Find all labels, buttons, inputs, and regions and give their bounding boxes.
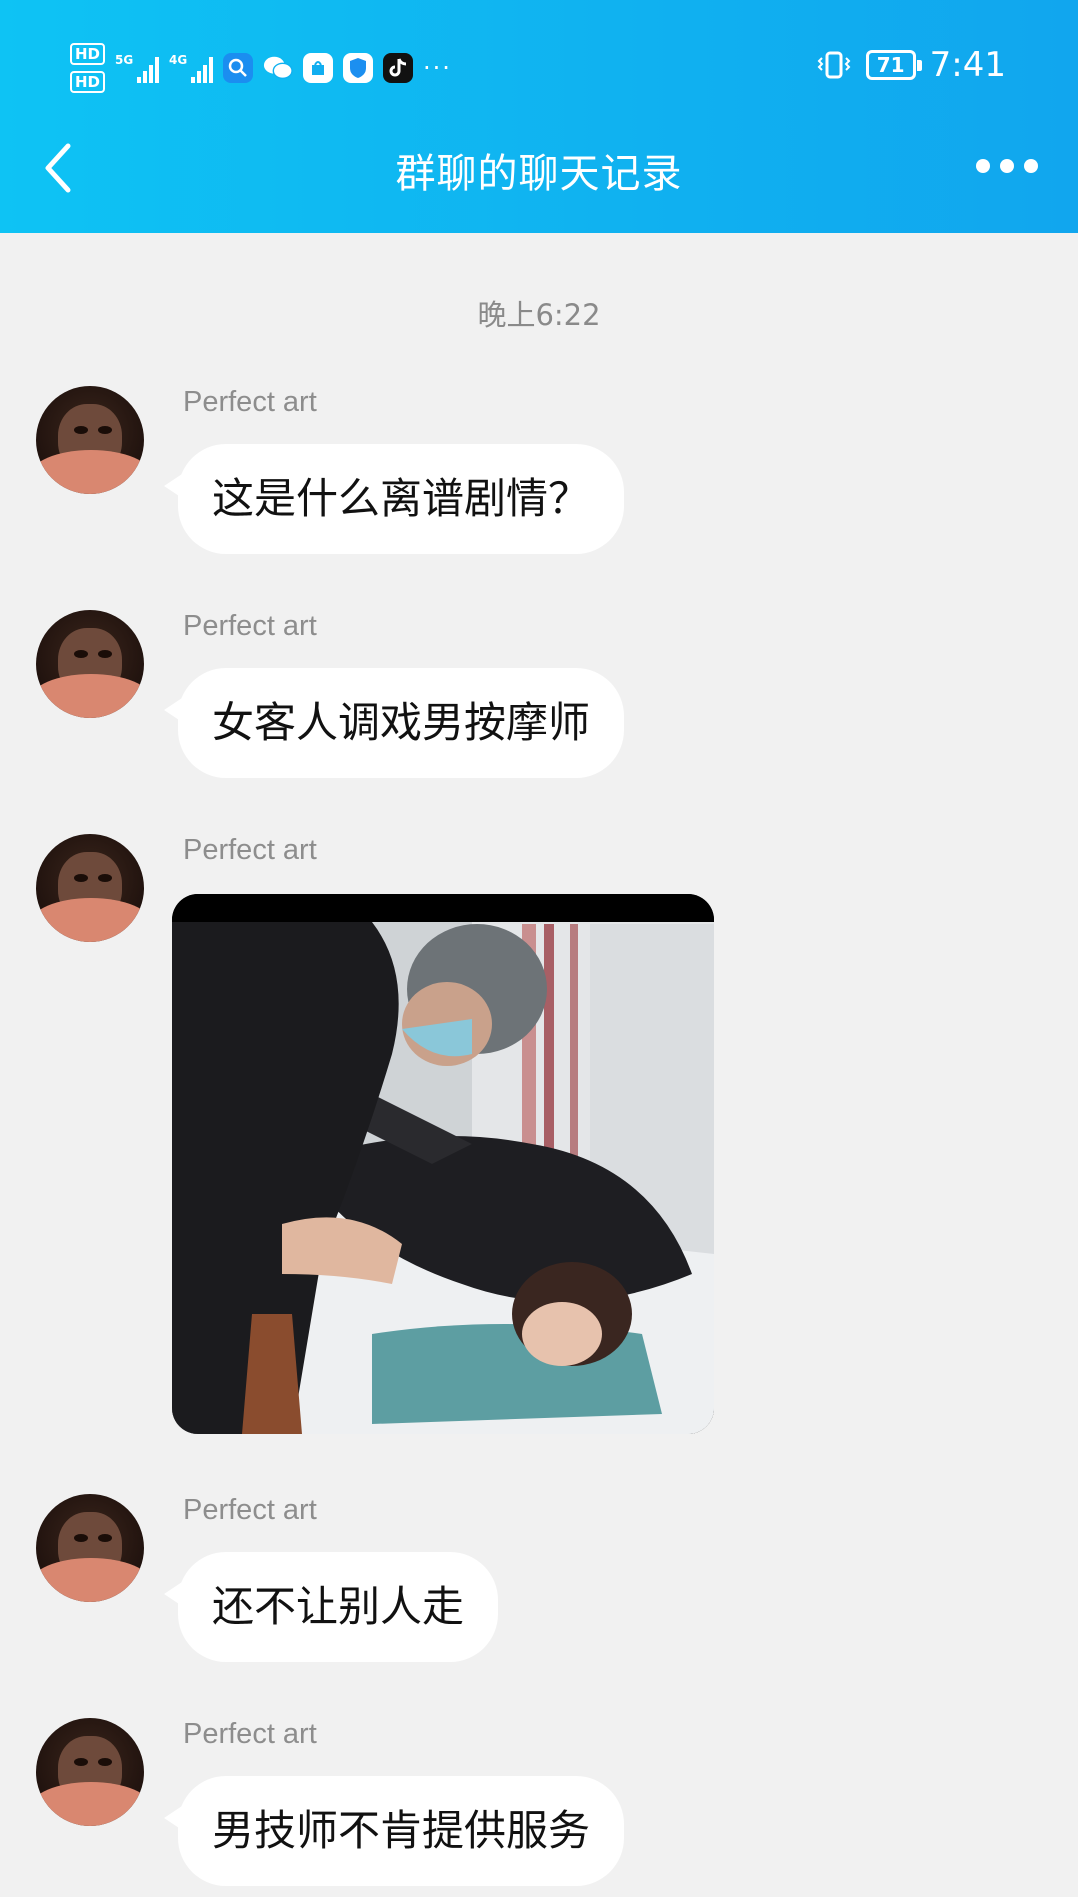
sender-name: Perfect art [183, 1718, 317, 1750]
page-title: 群聊的聊天记录 [395, 151, 683, 197]
vibrate-icon [817, 51, 851, 79]
shield-icon [343, 53, 374, 83]
message-bubble[interactable]: 这是什么离谱剧情？ [163, 444, 625, 554]
status-icons-left: HD HD 5G 4G ··· [70, 38, 452, 98]
more-notifications-icon: ··· [423, 54, 452, 82]
sender-name: Perfect art [183, 610, 317, 642]
hd-indicator-1: HD [70, 43, 106, 65]
hd-indicator-2: HD [70, 71, 106, 93]
avatar[interactable] [36, 386, 144, 494]
signal-5g-icon: 5G [115, 53, 160, 83]
hd-indicators: HD HD [70, 43, 106, 93]
status-icons-right: 71 7:41 [816, 38, 1006, 92]
sender-name: Perfect art [183, 1494, 317, 1526]
message-bubble[interactable]: 男技师不肯提供服务 [163, 1776, 625, 1886]
battery-icon: 71 [865, 50, 922, 80]
signal-4g-icon: 4G [169, 53, 214, 83]
message-bubble[interactable]: 还不让别人走 [163, 1552, 499, 1662]
avatar[interactable] [36, 1718, 144, 1826]
more-options-icon[interactable] [976, 148, 1038, 184]
avatar[interactable] [36, 610, 144, 718]
network-5g-label: 5G [115, 53, 134, 67]
network-4g-label: 4G [169, 53, 188, 67]
message-image[interactable] [172, 894, 714, 1434]
avatar[interactable] [36, 1494, 144, 1602]
search-app-icon [223, 53, 254, 83]
tiktok-icon [383, 53, 414, 83]
status-bar: HD HD 5G 4G ··· 71 7:41 [0, 0, 1078, 130]
header: HD HD 5G 4G ··· 71 7:41 群聊的聊天记录 [0, 0, 1078, 233]
sender-name: Perfect art [183, 386, 317, 418]
wechat-icon [263, 53, 293, 83]
shopping-bag-icon [303, 53, 334, 83]
avatar[interactable] [36, 834, 144, 942]
message-bubble[interactable]: 女客人调戏男按摩师 [163, 668, 625, 778]
battery-level: 71 [876, 53, 905, 77]
chat-timestamp: 晚上6:22 [477, 298, 601, 332]
sender-name: Perfect art [183, 834, 317, 866]
clock: 7:41 [929, 45, 1006, 85]
